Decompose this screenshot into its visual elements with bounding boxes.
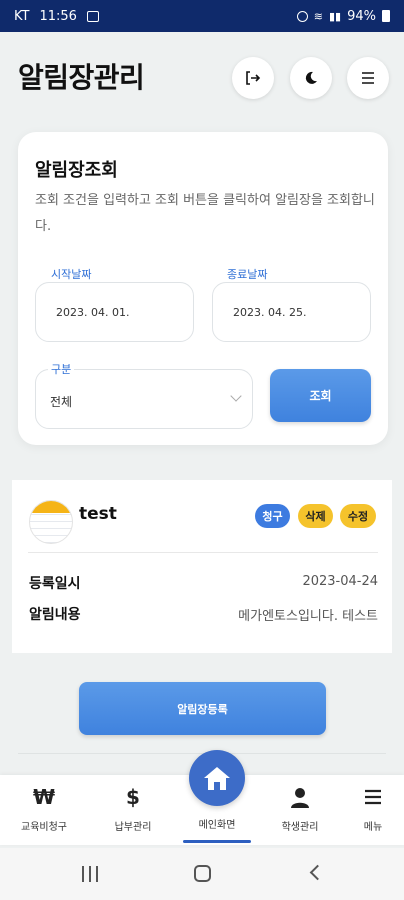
recent-apps-icon[interactable]	[82, 866, 98, 882]
start-date-label: 시작날짜	[48, 266, 95, 282]
menu-icon	[365, 789, 381, 805]
nav-label: 학생관리	[281, 822, 319, 833]
battery-level: 94%	[347, 8, 376, 24]
search-card: 알림장조회 조회 조건을 입력하고 조회 버튼을 클릭하여 알림장을 조회합니다…	[18, 132, 388, 445]
active-indicator	[183, 840, 251, 843]
chevron-down-icon	[230, 390, 242, 402]
system-home-icon[interactable]	[194, 865, 211, 882]
hamburger-icon	[362, 72, 374, 84]
moon-icon	[305, 71, 317, 84]
dollar-icon: $	[126, 785, 140, 809]
nav-label: 교육비청구	[21, 822, 67, 833]
won-icon: ₩	[32, 785, 56, 809]
logout-icon	[246, 71, 261, 85]
end-date-label: 종료날짜	[224, 266, 271, 282]
divider	[28, 552, 378, 553]
end-date-value: 2023. 04. 25.	[233, 306, 307, 319]
person-icon	[291, 788, 309, 808]
status-bar: KT 11:56 ≋ ▮▮ 94%	[0, 0, 404, 32]
carrier: KT	[14, 8, 30, 24]
category-select[interactable]: 전체	[35, 369, 253, 429]
card-title: 알림장조회	[35, 160, 118, 181]
start-date-field[interactable]: 2023. 04. 01.	[35, 282, 194, 342]
notice-user: test	[79, 504, 117, 524]
signal-icon: ▮▮	[328, 9, 342, 23]
notice-item[interactable]: test 청구 삭제 수정 등록일시 2023-04-24 알림내용 메가엔토스…	[12, 480, 392, 653]
nav-education-fee[interactable]: ₩ 교육비청구	[4, 775, 84, 845]
edit-badge-button[interactable]: 수정	[340, 504, 376, 528]
category-label: 구분	[48, 361, 75, 377]
content-label: 알림내용	[29, 607, 81, 623]
nav-label: 메뉴	[363, 822, 383, 833]
nav-home-button[interactable]	[189, 750, 245, 806]
menu-button[interactable]	[347, 57, 389, 99]
registered-label: 등록일시	[29, 576, 81, 592]
nav-students[interactable]: 학생관리	[260, 775, 340, 845]
category-value: 전체	[50, 395, 73, 409]
registered-value: 2023-04-24	[302, 574, 378, 589]
nav-menu[interactable]: 메뉴	[333, 775, 404, 845]
register-notice-button[interactable]: 알림장등록	[79, 682, 326, 735]
end-date-field[interactable]: 2023. 04. 25.	[212, 282, 371, 342]
delete-badge-button[interactable]: 삭제	[298, 504, 333, 528]
avatar	[29, 500, 73, 544]
start-date-value: 2023. 04. 01.	[56, 306, 130, 319]
home-icon	[204, 767, 230, 790]
clock: 11:56	[39, 8, 77, 24]
system-nav-bar	[0, 848, 404, 900]
logout-button[interactable]	[232, 57, 274, 99]
nav-home-label: 메인화면	[198, 820, 236, 831]
back-icon[interactable]	[309, 864, 326, 881]
gallery-icon	[86, 10, 99, 22]
alarm-icon	[296, 10, 308, 22]
nav-payment[interactable]: $ 납부관리	[93, 775, 173, 845]
battery-icon	[382, 10, 390, 22]
page-title: 알림장관리	[18, 61, 145, 94]
charge-badge-button[interactable]: 청구	[255, 504, 290, 528]
wifi-icon: ≋	[313, 9, 323, 23]
content-value: 메가엔토스입니다. 테스트	[238, 609, 378, 624]
nav-label: 납부관리	[114, 822, 152, 833]
theme-toggle-button[interactable]	[290, 57, 332, 99]
search-button[interactable]: 조회	[270, 369, 371, 422]
card-description: 조회 조건을 입력하고 조회 버튼을 클릭하여 알림장을 조회합니다.	[35, 193, 375, 234]
